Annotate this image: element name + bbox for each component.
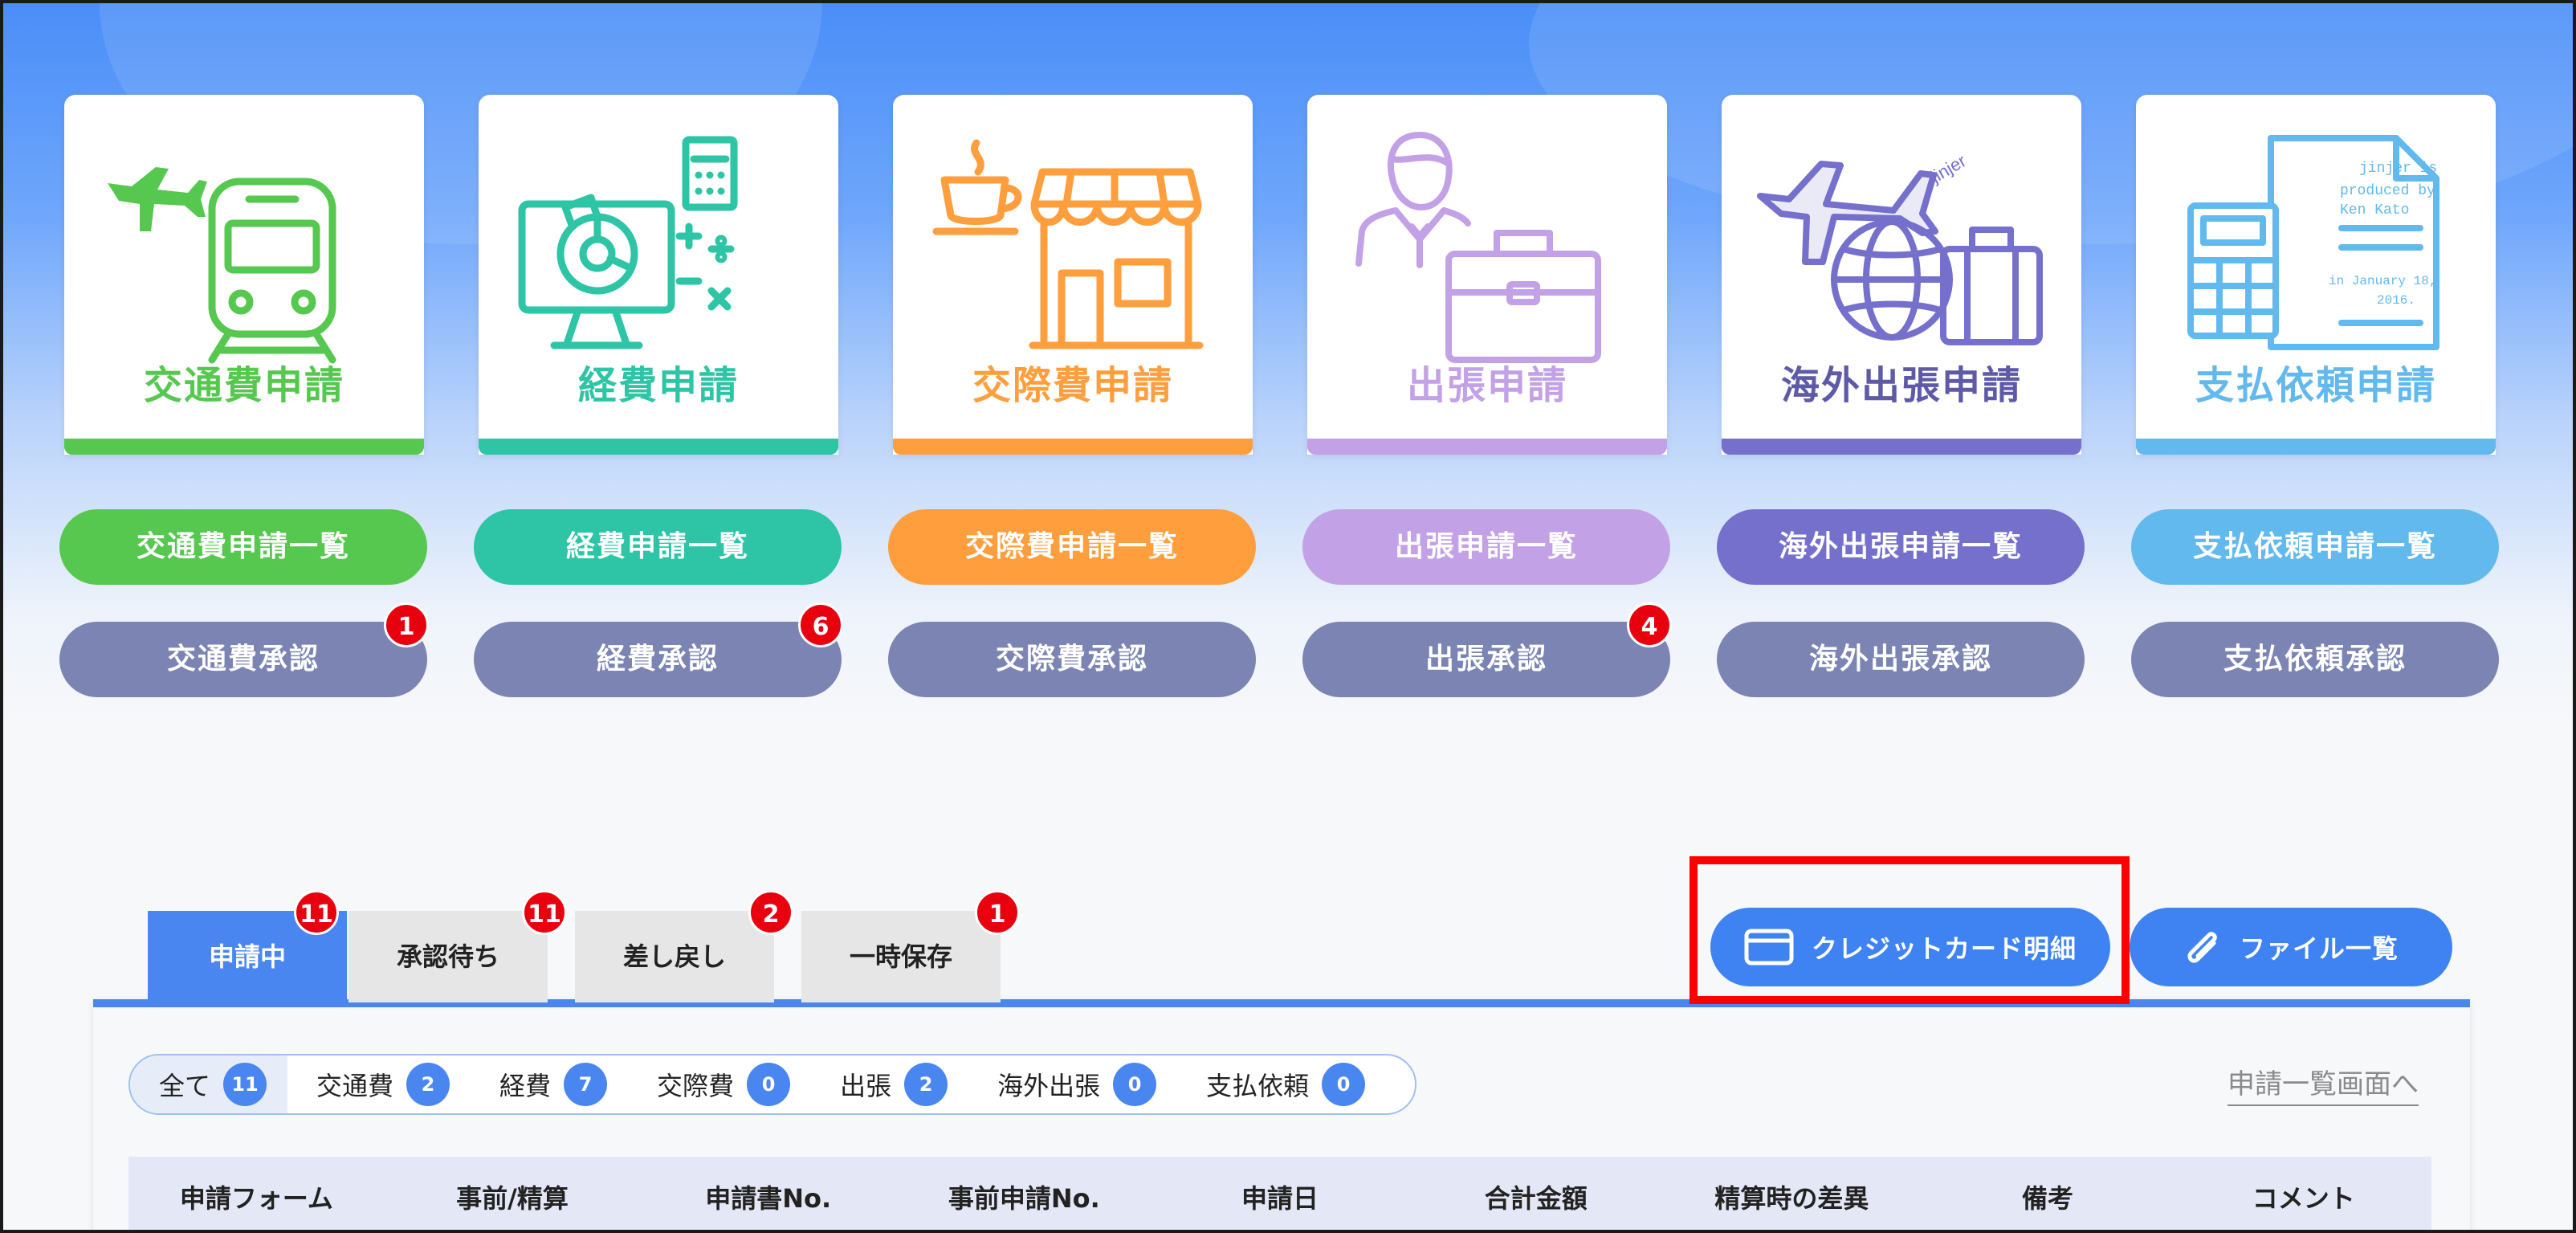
filter-entertainment[interactable]: 交際費 0 bbox=[628, 1055, 811, 1113]
calculator-document-icon: jinjer is produced by Ken Kato in Januar… bbox=[2187, 135, 2439, 350]
tab-badge: 1 bbox=[975, 890, 1020, 935]
notification-badge: 1 bbox=[384, 602, 429, 647]
column-header[interactable]: 事前/精算 bbox=[385, 1178, 641, 1215]
tile-color-bar bbox=[1722, 439, 2081, 455]
tab-badge: 2 bbox=[748, 890, 793, 935]
filter-transport[interactable]: 交通費 2 bbox=[287, 1055, 471, 1113]
tile-expense-application[interactable]: 経費申請 bbox=[479, 95, 838, 455]
filter-business-trip[interactable]: 出張 2 bbox=[811, 1055, 968, 1113]
filter-expense[interactable]: 経費 7 bbox=[471, 1055, 628, 1113]
filter-count: 2 bbox=[904, 1063, 948, 1106]
entertainment-approve-button[interactable]: 交際費承認 bbox=[888, 622, 1256, 697]
filter-count: 0 bbox=[747, 1063, 791, 1106]
filter-label: 交通費 bbox=[316, 1071, 394, 1101]
column-header[interactable]: 申請日 bbox=[1152, 1178, 1408, 1215]
train-plane-icon bbox=[108, 167, 336, 364]
application-list-link[interactable]: 申請一覧画面へ bbox=[2228, 1062, 2419, 1106]
monitor-calculator-icon bbox=[518, 136, 738, 349]
filter-label: 海外出張 bbox=[997, 1071, 1101, 1101]
expense-list-button[interactable]: 経費申請一覧 bbox=[474, 509, 842, 585]
filter-overseas-trip[interactable]: 海外出張 0 bbox=[968, 1055, 1177, 1113]
filter-count: 0 bbox=[1113, 1063, 1157, 1106]
column-header[interactable]: コメント bbox=[2175, 1178, 2431, 1215]
coffee-shop-icon bbox=[932, 139, 1204, 349]
filter-count: 0 bbox=[1322, 1063, 1366, 1106]
tile-overseas-trip-application[interactable]: jinjer 海外出張申請 bbox=[1722, 95, 2081, 455]
document-text: jinjer is bbox=[2359, 161, 2437, 177]
expense-approve-button[interactable]: 経費承認 bbox=[474, 622, 842, 697]
filter-all[interactable]: 全て 11 bbox=[130, 1055, 288, 1113]
business-trip-approve-button[interactable]: 出張承認 bbox=[1302, 622, 1670, 697]
transport-list-button[interactable]: 交通費申請一覧 bbox=[59, 509, 427, 585]
tile-label: 交際費申請 bbox=[972, 363, 1173, 408]
overseas-trip-approve-button[interactable]: 海外出張承認 bbox=[1717, 622, 2085, 697]
tab-badge: 11 bbox=[522, 890, 567, 935]
application-tiles: 交通費申請 経費申請 交際費申請 出張申請 jinjer 海外出張申請 jinj… bbox=[64, 95, 2505, 456]
tile-color-bar bbox=[893, 439, 1253, 455]
tile-transport-application[interactable]: 交通費申請 bbox=[64, 95, 424, 455]
filter-label: 出張 bbox=[840, 1071, 892, 1101]
payment-request-list-button[interactable]: 支払依頼申請一覧 bbox=[2131, 509, 2499, 585]
column-header[interactable]: 申請書No. bbox=[640, 1178, 896, 1215]
tile-label: 出張申請 bbox=[1406, 363, 1567, 408]
entertainment-list-button[interactable]: 交際費申請一覧 bbox=[888, 509, 1256, 585]
tile-entertainment-application[interactable]: 交際費申請 bbox=[893, 95, 1253, 455]
tile-color-bar bbox=[479, 439, 838, 455]
notification-badge: 6 bbox=[798, 602, 843, 647]
overseas-trip-list-button[interactable]: 海外出張申請一覧 bbox=[1717, 509, 2085, 585]
business-trip-list-button[interactable]: 出張申請一覧 bbox=[1302, 509, 1670, 585]
notification-badge: 4 bbox=[1627, 602, 1672, 647]
filter-count: 2 bbox=[406, 1063, 450, 1106]
transport-approve-button[interactable]: 交通費承認 bbox=[59, 622, 427, 697]
tile-label: 経費申請 bbox=[577, 363, 739, 408]
tab-badge: 11 bbox=[294, 890, 339, 935]
filter-label: 全て bbox=[159, 1071, 211, 1101]
document-text: Ken Kato bbox=[2340, 202, 2409, 218]
tile-label: 支払依頼申請 bbox=[2195, 363, 2436, 408]
file-list-button[interactable]: ファイル一覧 bbox=[2130, 908, 2452, 986]
filter-label: 支払依頼 bbox=[1206, 1071, 1310, 1101]
column-header[interactable]: 備考 bbox=[1920, 1178, 2176, 1215]
filter-count: 7 bbox=[564, 1063, 608, 1106]
app-window: 交通費申請 経費申請 交際費申請 出張申請 jinjer 海外出張申請 jinj… bbox=[0, 0, 2576, 1233]
file-list-label: ファイル一覧 bbox=[2239, 933, 2399, 964]
tile-color-bar bbox=[64, 439, 424, 455]
highlight-box bbox=[1689, 856, 2130, 1004]
column-header[interactable]: 申請フォーム bbox=[128, 1178, 385, 1215]
document-text: 2016. bbox=[2377, 293, 2415, 308]
tile-business-trip-application[interactable]: 出張申請 bbox=[1307, 95, 1667, 455]
tile-label: 海外出張申請 bbox=[1780, 363, 2022, 408]
document-text: in January 18, bbox=[2329, 274, 2436, 288]
table-header: 申請フォーム 事前/精算 申請書No. 事前申請No. 申請日 合計金額 精算時… bbox=[128, 1157, 2431, 1230]
paperclip-icon bbox=[2187, 932, 2217, 963]
document-text: produced by bbox=[2340, 183, 2435, 199]
tab-awaiting-approval[interactable]: 承認待ち bbox=[348, 911, 548, 1002]
tile-payment-request-application[interactable]: jinjer is produced by Ken Kato in Januar… bbox=[2136, 95, 2496, 455]
businessman-briefcase-icon bbox=[1355, 132, 1601, 363]
filter-count: 11 bbox=[223, 1063, 267, 1106]
tile-label: 交通費申請 bbox=[143, 363, 344, 408]
filter-payment-request[interactable]: 支払依頼 0 bbox=[1177, 1055, 1386, 1113]
tab-draft[interactable]: 一時保存 bbox=[801, 911, 1001, 1002]
tile-color-bar bbox=[2136, 439, 2496, 455]
tab-returned[interactable]: 差し戻し bbox=[575, 911, 774, 1002]
column-header[interactable]: 合計金額 bbox=[1408, 1178, 1664, 1215]
column-header[interactable]: 精算時の差異 bbox=[1664, 1178, 1920, 1215]
category-filter: 全て 11 交通費 2 経費 7 交際費 0 出張 2 海外出張 0 支払依頼 … bbox=[128, 1054, 1416, 1115]
filter-label: 交際費 bbox=[657, 1071, 735, 1101]
filter-label: 経費 bbox=[499, 1071, 552, 1101]
tile-color-bar bbox=[1307, 439, 1667, 455]
payment-request-approve-button[interactable]: 支払依頼承認 bbox=[2131, 622, 2499, 697]
column-header[interactable]: 事前申請No. bbox=[896, 1178, 1152, 1215]
plane-globe-suitcase-icon: jinjer bbox=[1757, 150, 2043, 345]
